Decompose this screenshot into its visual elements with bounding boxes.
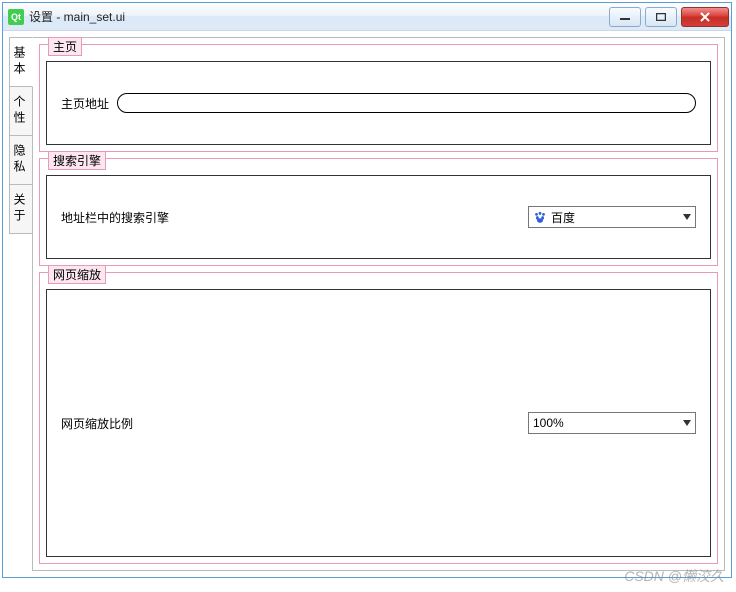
qt-logo-icon: Qt [8,9,24,25]
zoom-ratio-label: 网页缩放比例 [61,415,520,432]
chevron-down-icon [683,214,691,220]
search-engine-label: 地址栏中的搜索引擎 [61,209,520,226]
homepage-url-label: 主页地址 [61,95,109,112]
minimize-icon [620,13,630,21]
vertical-tabstrip: 基本 个性 隐私 关于 [9,37,33,571]
zoom-ratio-combobox[interactable]: 100% [528,412,696,434]
group-homepage: 主页 主页地址 [39,44,718,152]
tab-privacy[interactable]: 隐私 [9,135,32,185]
titlebar: Qt 设置 - main_set.ui [3,3,731,31]
close-button[interactable] [681,7,729,27]
window-controls [605,7,731,27]
group-zoom-legend: 网页缩放 [48,265,106,284]
tab-about[interactable]: 关于 [9,184,32,234]
tab-panel: 主页 主页地址 搜索引擎 地址栏中的搜索引擎 [33,37,725,571]
window-frame: Qt 设置 - main_set.ui 基本 个性 隐私 关于 主页 [2,2,732,578]
homepage-frame: 主页地址 [46,61,711,145]
group-homepage-legend: 主页 [48,37,82,56]
zoom-frame: 网页缩放比例 100% [46,289,711,557]
window-title: 设置 - main_set.ui [29,8,125,25]
tab-basic[interactable]: 基本 [9,37,33,87]
content-area: 基本 个性 隐私 关于 主页 主页地址 搜索引擎 地址栏中的搜索引擎 [3,31,731,577]
homepage-url-input[interactable] [117,93,696,113]
baidu-icon [533,210,547,224]
search-frame: 地址栏中的搜索引擎 百度 [46,175,711,259]
search-engine-combobox[interactable]: 百度 [528,206,696,228]
zoom-ratio-value: 100% [533,416,683,430]
minimize-button[interactable] [609,7,641,27]
search-engine-value: 百度 [551,209,683,226]
maximize-button[interactable] [645,7,677,27]
group-search-legend: 搜索引擎 [48,151,106,170]
group-page-zoom: 网页缩放 网页缩放比例 100% [39,272,718,564]
tab-personality[interactable]: 个性 [9,86,32,136]
close-icon [699,12,711,22]
maximize-icon [656,13,666,21]
chevron-down-icon [683,420,691,426]
group-search-engine: 搜索引擎 地址栏中的搜索引擎 [39,158,718,266]
